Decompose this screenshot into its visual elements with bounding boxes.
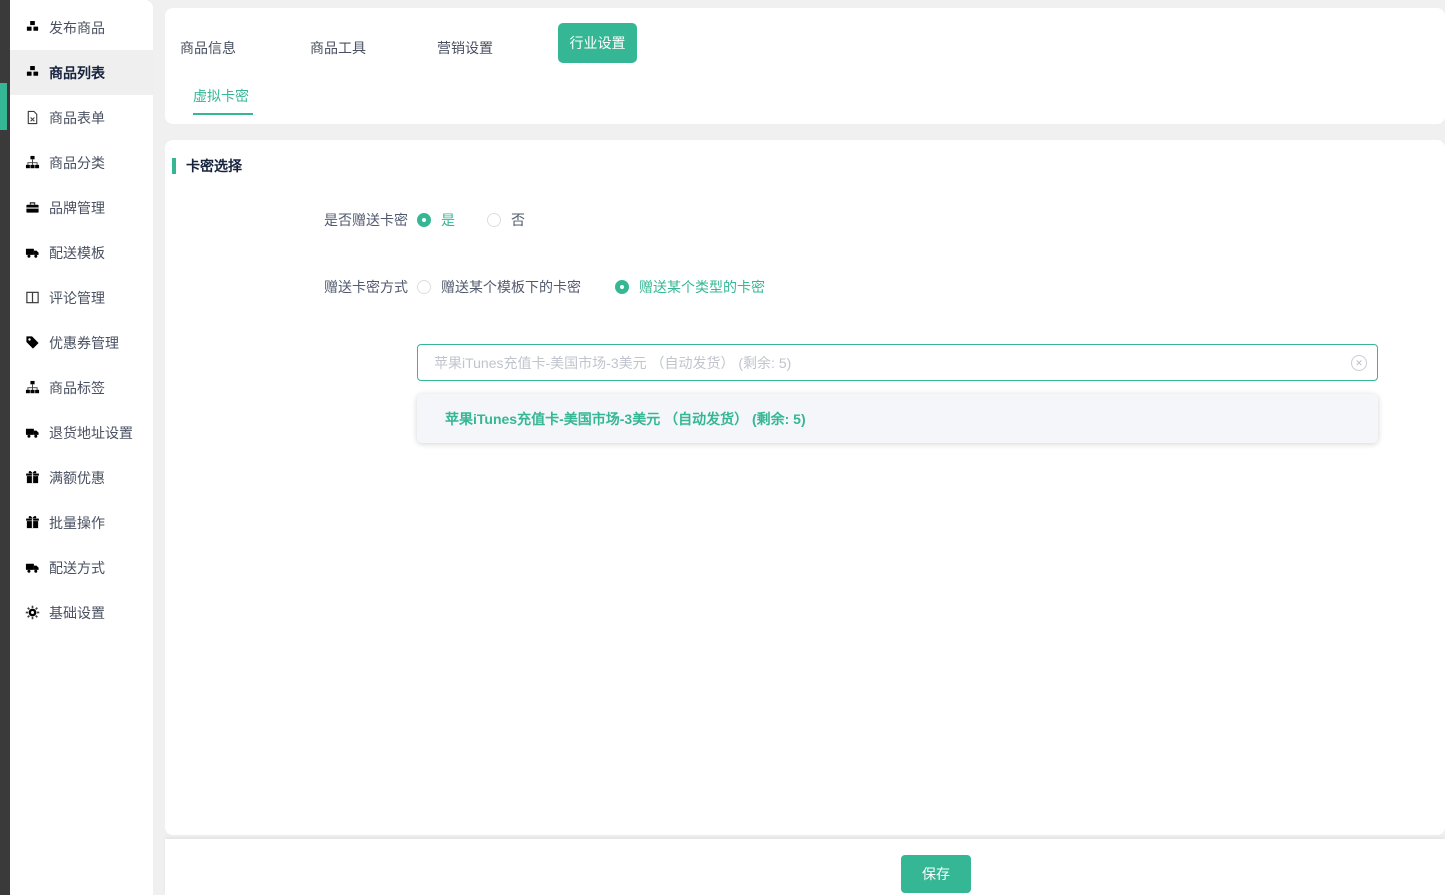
radio-label: 否 [511, 210, 525, 230]
gear-icon [25, 605, 40, 620]
sitemap-icon [25, 380, 40, 395]
sidebar-item-product-category[interactable]: 商品分类 [10, 140, 153, 185]
sidebar-item-label: 品牌管理 [49, 198, 105, 218]
circle-x-icon[interactable]: ✕ [1351, 355, 1367, 371]
tab-industry-settings[interactable]: 行业设置 [558, 23, 637, 63]
truck-icon [25, 425, 40, 440]
tab-bar-card: 商品信息 商品工具 营销设置 行业设置 虚拟卡密 [165, 8, 1445, 124]
select-dropdown-panel: 苹果iTunes充值卡-美国市场-3美元 （自动发货） (剩余: 5) [417, 394, 1378, 443]
section-header: 卡密选择 [172, 156, 242, 176]
sidebar-item-full-discount[interactable]: 满额优惠 [10, 455, 153, 500]
active-tab-underline [193, 113, 253, 115]
sidebar-item-batch-operation[interactable]: 批量操作 [10, 500, 153, 545]
sidebar-item-label: 配送方式 [49, 558, 105, 578]
radio-method-template[interactable]: 赠送某个模板下的卡密 [417, 277, 581, 297]
radio-method-type[interactable]: 赠送某个类型的卡密 [615, 277, 765, 297]
gift-icon [25, 515, 40, 530]
tab-marketing-settings[interactable]: 营销设置 [437, 36, 493, 60]
columns-icon [25, 290, 40, 305]
sidebar-item-product-list[interactable]: 商品列表 [10, 50, 153, 95]
sidebar-item-label: 评论管理 [49, 288, 105, 308]
sidebar-item-brand-management[interactable]: 品牌管理 [10, 185, 153, 230]
section-title: 卡密选择 [186, 156, 242, 176]
left-dark-rail [0, 0, 10, 895]
truck-icon [25, 245, 40, 260]
sidebar-item-label: 优惠券管理 [49, 333, 119, 353]
file-form-icon [25, 110, 40, 125]
cubes-icon [25, 65, 40, 80]
sidebar-item-publish-product[interactable]: 发布商品 [10, 5, 153, 50]
sidebar-item-review-management[interactable]: 评论管理 [10, 275, 153, 320]
form-row-gift-card: 是否赠送卡密 是 否 [165, 210, 1445, 230]
radio-label: 是 [441, 210, 455, 230]
card-type-select-input[interactable] [418, 345, 1351, 380]
subtab-virtual-card[interactable]: 虚拟卡密 [193, 86, 249, 115]
sidebar-item-label: 商品分类 [49, 153, 105, 173]
tab-label: 行业设置 [570, 33, 626, 53]
sidebar-item-label: 商品标签 [49, 378, 105, 398]
sidebar-item-label: 批量操作 [49, 513, 105, 533]
truck-icon [25, 560, 40, 575]
card-type-select[interactable]: ✕ [417, 344, 1378, 381]
sidebar-item-label: 商品列表 [49, 63, 105, 83]
tab-product-info[interactable]: 商品信息 [180, 36, 236, 60]
sidebar-item-label: 满额优惠 [49, 468, 105, 488]
radio-selected-icon[interactable] [615, 280, 629, 294]
sidebar-scrollbar-thumb[interactable] [0, 83, 7, 130]
sidebar-item-label: 配送模板 [49, 243, 105, 263]
gift-icon [25, 470, 40, 485]
sidebar-item-label: 基础设置 [49, 603, 105, 623]
field-label: 是否赠送卡密 [165, 210, 408, 230]
sitemap-icon [25, 155, 40, 170]
sidebar: 发布商品 商品列表 商品表单 商品分类 品牌管理 配送模板 评论管理 优惠券管理… [10, 0, 153, 895]
content-card: 卡密选择 是否赠送卡密 是 否 赠送卡密方式 赠送某个模板下的卡密 赠送某个类型… [165, 140, 1445, 835]
footer-bar: 保存 [165, 839, 1445, 895]
sidebar-item-product-tags[interactable]: 商品标签 [10, 365, 153, 410]
sidebar-item-coupon-management[interactable]: 优惠券管理 [10, 320, 153, 365]
radio-label: 赠送某个类型的卡密 [639, 277, 765, 297]
section-accent-bar [172, 158, 176, 174]
briefcase-icon [25, 200, 40, 215]
form-row-gift-method: 赠送卡密方式 赠送某个模板下的卡密 赠送某个类型的卡密 [165, 277, 1445, 297]
radio-label: 赠送某个模板下的卡密 [441, 277, 581, 297]
radio-unselected-icon[interactable] [417, 280, 431, 294]
tag-icon [25, 335, 40, 350]
dropdown-option[interactable]: 苹果iTunes充值卡-美国市场-3美元 （自动发货） (剩余: 5) [417, 394, 1378, 443]
cubes-icon [25, 20, 40, 35]
subtab-label: 虚拟卡密 [193, 88, 249, 104]
sidebar-item-delivery-method[interactable]: 配送方式 [10, 545, 153, 590]
radio-gift-yes[interactable]: 是 [417, 210, 455, 230]
save-button[interactable]: 保存 [901, 855, 971, 893]
sidebar-item-return-address[interactable]: 退货地址设置 [10, 410, 153, 455]
sidebar-item-label: 商品表单 [49, 108, 105, 128]
field-label: 赠送卡密方式 [165, 277, 408, 297]
radio-gift-no[interactable]: 否 [487, 210, 525, 230]
tab-product-tools[interactable]: 商品工具 [310, 36, 366, 60]
sidebar-item-delivery-template[interactable]: 配送模板 [10, 230, 153, 275]
radio-selected-icon[interactable] [417, 213, 431, 227]
radio-unselected-icon[interactable] [487, 213, 501, 227]
sidebar-item-label: 退货地址设置 [49, 423, 133, 443]
sidebar-item-basic-settings[interactable]: 基础设置 [10, 590, 153, 635]
sidebar-item-product-form[interactable]: 商品表单 [10, 95, 153, 140]
sidebar-item-label: 发布商品 [49, 18, 105, 38]
